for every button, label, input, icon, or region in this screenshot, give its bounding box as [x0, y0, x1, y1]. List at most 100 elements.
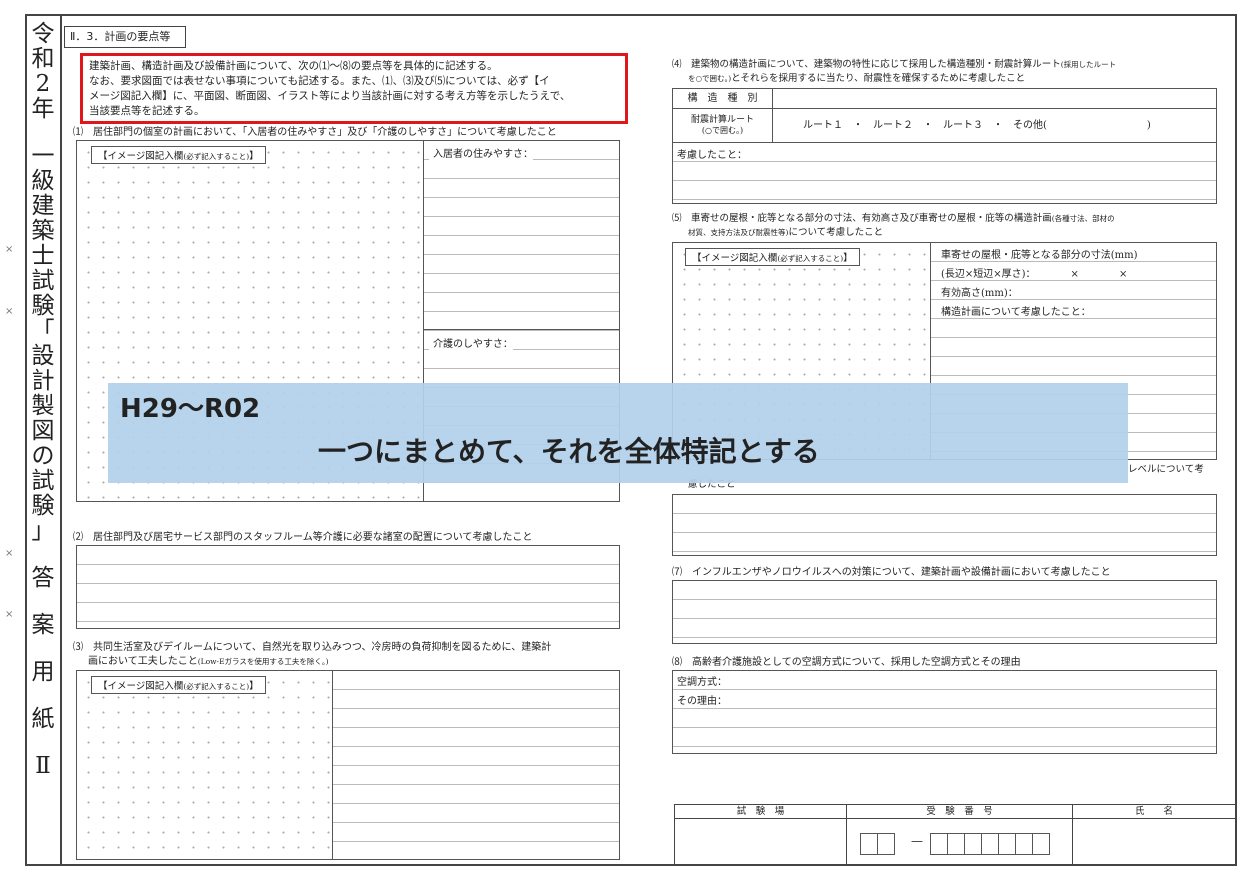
image-label-note: (必ず記入すること): [183, 152, 250, 161]
q5-field-height: 有効高さ(mm)：: [937, 284, 1018, 299]
name-field[interactable]: [1073, 819, 1235, 864]
q4-text-note: (採用したルート: [1060, 60, 1117, 69]
q4-text-line1: ⑷ 建築物の構造計画について、建築物の特性に応じて採用した構造種別・耐震計算ルー…: [672, 59, 1061, 70]
image-label-text: 【イメージ図記入欄: [98, 151, 184, 162]
title-char: 験: [31, 493, 55, 519]
question-6-text-tail: レベルについて考: [1128, 464, 1204, 475]
image-label-text: 【イメージ図記入欄: [98, 681, 184, 692]
q5-text-line1: ⑸ 車寄せの屋根・庇等となる部分の寸法、有効高さ及び車寄せの屋根・庇等の構造計画: [672, 213, 1052, 224]
image-label: 【イメージ図記入欄(必ず記入すること)】: [91, 146, 266, 164]
q5-field-dimensions: 車寄せの屋根・庇等となる部分の寸法(mm): [937, 246, 1138, 261]
title-char: 設: [31, 343, 55, 369]
q4-structure-label: 構 造 種 別: [673, 89, 773, 109]
q3-text-line2: 画において工夫したこと: [88, 656, 198, 667]
q2-answer-box[interactable]: [76, 545, 620, 629]
title-char: 計: [31, 368, 55, 394]
title-char: 紙: [31, 706, 55, 732]
exam-number-dash: —: [911, 834, 923, 848]
question-3-text-line2: 画において工夫したこと(Low-Eガラスを使用する工夫を除く。): [88, 655, 329, 668]
q5-field-lwt: (長辺×短辺×厚さ)： × ×: [937, 265, 1128, 280]
question-7-text: ⑺ インフルエンザやノロウイルスへの対策について、建築計画や設備計画において考慮…: [672, 567, 1111, 578]
title-char: 試: [31, 268, 55, 294]
title-char: 築: [31, 218, 55, 244]
annotation-text: 一つにまとめて、それを全体特記とする: [318, 435, 820, 468]
q4-route-label-2: (○で囲む。): [701, 126, 744, 135]
q4-consideration-area[interactable]: [673, 143, 1216, 203]
image-label-end: 】: [249, 151, 259, 162]
q3-answer-box: 【イメージ図記入欄(必ず記入すること)】: [76, 670, 620, 860]
margin-mark: ×: [5, 609, 14, 620]
title-char: 製: [31, 393, 55, 419]
q4-consideration-label: 考慮したこと：: [673, 146, 747, 161]
title-char: 図: [31, 418, 55, 444]
instructions-box: 建築計画、構造計画及び設備計画について、次の⑴〜⑻の要点等を具体的に記述する。 …: [80, 53, 628, 124]
q4-structure-field[interactable]: [773, 89, 1216, 109]
title-char: 士: [31, 243, 55, 269]
title-char: Ⅱ: [35, 753, 51, 779]
image-label: 【イメージ図記入欄(必ず記入すること)】: [91, 676, 266, 694]
q5-text-line2: について考慮したこと: [788, 227, 884, 238]
instruction-line: 建築計画、構造計画及び設備計画について、次の⑴〜⑻の要点等を具体的に記述する。: [89, 60, 498, 72]
margin-mark: ×: [5, 244, 14, 255]
title-char: 2: [35, 71, 51, 97]
title-char: 験: [31, 293, 55, 319]
q8-field-reason: その理由：: [673, 692, 727, 707]
q8-answer-box[interactable]: 空調方式： その理由：: [672, 670, 1217, 754]
question-5-text-line2: 材質、支持方法及び耐震性等)について考慮したこと: [688, 226, 883, 239]
divider: [424, 329, 619, 330]
image-label-end: 】: [843, 253, 853, 264]
question-4-text-line2: を○で囲む。)とそれらを採用するに当たり、耐震性を確保するために考慮したこと: [688, 72, 1025, 85]
name-header: 氏 名: [1073, 805, 1235, 819]
margin-mark: ×: [5, 548, 14, 559]
title-char: 和: [31, 46, 55, 72]
signature-table: 試 験 場 受 験 番 号 氏 名 —: [674, 804, 1236, 865]
q1-label-livability: 入居者の住みやすさ：: [429, 145, 533, 160]
q6-answer-box[interactable]: [672, 494, 1217, 556]
question-4-text: ⑷ 建築物の構造計画について、建築物の特性に応じて採用した構造種別・耐震計算ルー…: [672, 58, 1116, 71]
question-1-text: ⑴ 居住部門の個室の計画において、「入居者の住みやすさ」及び「介護のしやすさ」に…: [73, 127, 557, 138]
title-char: 」: [31, 518, 55, 544]
instruction-line: なお、要求図面では表せない事項についても記述する。また、⑴、⑶及び⑸については、…: [89, 75, 550, 87]
q4-text-line2: とそれらを採用するに当たり、耐震性を確保するために考慮したこと: [731, 73, 1026, 84]
annotation-title: H29〜R02: [120, 394, 261, 424]
q7-answer-box[interactable]: [672, 580, 1217, 644]
image-label-note: (必ず記入すること): [183, 682, 250, 691]
exam-number-header: 受 験 番 号: [847, 805, 1073, 819]
title-char: 令: [31, 21, 55, 47]
q5-text-note: (各種寸法、部材の: [1051, 214, 1115, 223]
instruction-line: メージ図記入欄】に、平面図、断面図、イラスト等により当該計画に対する考え方等を示…: [89, 90, 571, 102]
margin-mark: ×: [5, 306, 14, 317]
title-char: 級: [31, 168, 55, 194]
title-char: 「: [31, 318, 55, 344]
exam-number-boxes-b: [930, 833, 1050, 859]
title-char: 年: [31, 96, 55, 122]
question-5-text: ⑸ 車寄せの屋根・庇等となる部分の寸法、有効高さ及び車寄せの屋根・庇等の構造計画…: [672, 212, 1115, 225]
q4-answer-box: 構 造 種 別 耐震計算ルート (○で囲む。) ルート１ ・ ルート２ ・ ルート…: [672, 88, 1217, 204]
image-label-end: 】: [249, 681, 259, 692]
title-char: 案: [31, 612, 55, 638]
q3-image-area[interactable]: [77, 671, 332, 859]
q3-text-note: (Low-Eガラスを使用する工夫を除く。): [197, 657, 329, 666]
q4-text-note2: を○で囲む。): [688, 74, 732, 83]
q1-label-care: 介護のしやすさ：: [429, 335, 513, 350]
exam-site-header: 試 験 場: [675, 805, 847, 819]
question-3-text: ⑶ 共同生活室及びデイルームについて、自然光を取り込みつつ、冷房時の負荷抑制を図…: [73, 642, 552, 653]
exam-number-field[interactable]: —: [847, 819, 1073, 864]
question-8-text: ⑻ 高齢者介護施設としての空調方式について、採用した空調方式とその理由: [672, 657, 1021, 668]
title-char: 試: [31, 468, 55, 494]
q3-text-area[interactable]: [333, 671, 619, 859]
q4-route-label-1: 耐震計算ルート: [690, 115, 754, 125]
title-separator: [60, 14, 62, 866]
exam-site-field[interactable]: [675, 819, 847, 864]
title-char: 答: [31, 565, 55, 591]
q5-text-note2: 材質、支持方法及び耐震性等): [688, 228, 789, 237]
section-heading: Ⅱ．3．計画の要点等: [64, 26, 186, 48]
q4-route-label: 耐震計算ルート (○で囲む。): [673, 109, 773, 143]
image-label: 【イメージ図記入欄(必ず記入すること)】: [685, 248, 860, 266]
q4-route-options[interactable]: ルート１ ・ ルート２ ・ ルート３ ・ その他( ): [773, 109, 1216, 143]
vertical-title: 令和 2 年一級建築士試験「設計製図の試験」答案用紙 Ⅱ: [27, 22, 59, 779]
image-label-text: 【イメージ図記入欄: [692, 253, 778, 264]
instruction-line: 当該要点等を記述する。: [89, 105, 205, 117]
title-char: 一: [31, 143, 55, 169]
q8-field-method: 空調方式：: [673, 673, 727, 688]
